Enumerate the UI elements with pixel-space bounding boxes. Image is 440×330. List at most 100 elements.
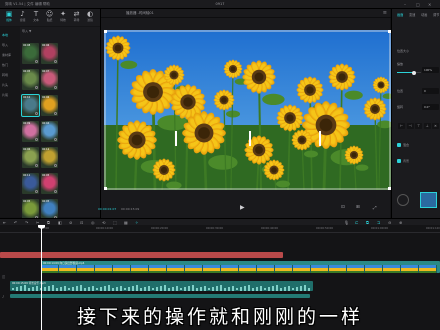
background-thumb[interactable]	[420, 192, 437, 208]
ratio-icon[interactable]: ⊞	[356, 205, 360, 210]
download-icon[interactable]	[35, 60, 38, 63]
align-button[interactable]: ✕	[432, 123, 439, 129]
download-icon[interactable]	[35, 164, 38, 167]
fullscreen-icon[interactable]: ⤢	[373, 205, 377, 211]
media-thumbnail[interactable]: 00:08	[22, 43, 39, 64]
minimize-icon[interactable]: –	[404, 2, 406, 7]
download-icon[interactable]	[35, 138, 38, 141]
tool-transition[interactable]: ⇄ 转场	[71, 10, 83, 22]
slider-knob[interactable]	[412, 70, 416, 75]
track-header-icon[interactable]: ◫	[2, 275, 5, 279]
clip-frame	[383, 265, 401, 273]
library-nav-item[interactable]: 素材库	[2, 53, 11, 57]
library-nav-item[interactable]: 本地	[2, 33, 8, 37]
download-icon[interactable]	[54, 112, 57, 115]
clip-frame	[203, 265, 221, 273]
sunflower	[223, 59, 243, 79]
tool-effects[interactable]: ✦ 特效	[57, 10, 69, 22]
media-thumbnail[interactable]: 00:06	[22, 147, 39, 168]
tool-media[interactable]: ▣ 媒体	[3, 10, 15, 22]
library-nav-item[interactable]: 热门	[2, 63, 8, 67]
library-nav-item[interactable]: 片尾	[2, 93, 8, 97]
tool-filter[interactable]: ◐ 滤镜	[84, 10, 96, 22]
waveform-bar	[104, 286, 106, 291]
audio-clip[interactable]: 00:00:15:09 背景音乐.mp3	[10, 281, 313, 291]
waveform-bar	[36, 285, 38, 291]
tab-adjust[interactable]: 调节	[433, 12, 439, 17]
tool-text[interactable]: T 文本	[30, 10, 42, 22]
rotation-value[interactable]: 0.0°	[422, 104, 439, 110]
play-icon[interactable]: ▶	[240, 204, 245, 211]
close-icon[interactable]: ✕	[428, 2, 431, 7]
scale-slider[interactable]	[397, 70, 421, 75]
download-icon[interactable]	[54, 190, 57, 193]
waveform-bar	[300, 286, 302, 291]
media-thumbnail[interactable]: 00:06	[41, 95, 58, 116]
waveform-bar	[288, 285, 290, 291]
tool-sticker[interactable]: ☺ 贴纸	[44, 10, 56, 22]
media-thumbnail[interactable]: 00:11	[22, 173, 39, 194]
track-header-icon[interactable]: ♪	[2, 295, 4, 299]
video-clip[interactable]: 00:00:14:09 向日葵田野视频.mp4	[41, 261, 440, 273]
media-thumbnail[interactable]: 00:10	[21, 94, 40, 117]
menu-icon[interactable]: ≡	[383, 10, 387, 16]
waveform-bar	[148, 285, 150, 291]
clip-frame	[167, 265, 185, 273]
clip-frame	[59, 265, 77, 273]
import-dropdown[interactable]: 导入 ▼	[22, 29, 31, 33]
guide-marker	[319, 131, 321, 146]
media-thumbnail[interactable]: 00:06	[41, 43, 58, 64]
align-button[interactable]: ⊥	[423, 123, 431, 129]
blend-label: 混合	[403, 143, 410, 147]
download-icon[interactable]	[35, 112, 38, 115]
none-option[interactable]	[397, 194, 409, 206]
download-icon[interactable]	[35, 86, 38, 89]
waveform-bar	[204, 285, 206, 291]
waveform-bar	[24, 285, 26, 291]
tab-picture[interactable]: 画面	[397, 12, 403, 17]
scale-value[interactable]: 100%	[422, 67, 439, 73]
align-button[interactable]: ⊢	[398, 123, 405, 129]
sub-clip[interactable]	[10, 294, 310, 298]
download-icon[interactable]	[54, 138, 57, 141]
waveform-bar	[264, 288, 266, 290]
waveform-bar	[212, 287, 214, 291]
library-nav-item[interactable]: 导入	[2, 43, 8, 47]
rotation-label: 旋转	[397, 105, 404, 109]
waveform-bar	[120, 285, 122, 291]
background-checkbox[interactable]	[397, 159, 401, 163]
library-nav-item[interactable]: 转场	[2, 73, 8, 77]
tab-speed[interactable]: 变速	[409, 12, 415, 17]
waveform-bar	[44, 287, 46, 291]
waveform-bar	[32, 286, 34, 291]
download-icon[interactable]	[35, 190, 38, 193]
video-preview[interactable]	[104, 30, 391, 190]
waveform-bar	[60, 286, 62, 291]
media-thumbnail[interactable]: 00:09	[22, 121, 39, 142]
position-value[interactable]: 0	[422, 88, 439, 94]
tool-audio[interactable]: ♪ 音频	[17, 10, 29, 22]
media-thumbnail[interactable]: 00:05	[22, 69, 39, 90]
download-icon[interactable]	[54, 86, 57, 89]
effect-clip[interactable]	[0, 252, 283, 258]
download-icon[interactable]	[54, 60, 57, 63]
media-thumbnail[interactable]: 00:05	[22, 199, 39, 220]
media-thumbnail[interactable]: 00:05	[41, 199, 58, 220]
waveform-bar	[176, 285, 178, 291]
tab-animation[interactable]: 动画	[421, 12, 427, 17]
safe-area-icon[interactable]: ⊡	[341, 205, 345, 210]
align-button[interactable]: ⊣	[406, 123, 414, 129]
download-icon[interactable]	[54, 164, 57, 167]
media-thumbnail[interactable]: 00:04	[41, 121, 58, 142]
waveform-bar	[272, 286, 274, 291]
media-thumbnail[interactable]: 00:07	[41, 69, 58, 90]
sunflower	[276, 104, 304, 132]
align-button[interactable]: ⊤	[415, 123, 422, 129]
library-nav-item[interactable]: 片头	[2, 83, 8, 87]
guide-marker	[249, 131, 251, 146]
media-thumbnail[interactable]: 00:12	[41, 147, 58, 168]
media-thumbnail[interactable]: 00:05	[41, 173, 58, 194]
blend-checkbox[interactable]	[397, 143, 401, 147]
waveform-bar	[80, 285, 82, 291]
maximize-icon[interactable]: □	[416, 2, 420, 7]
